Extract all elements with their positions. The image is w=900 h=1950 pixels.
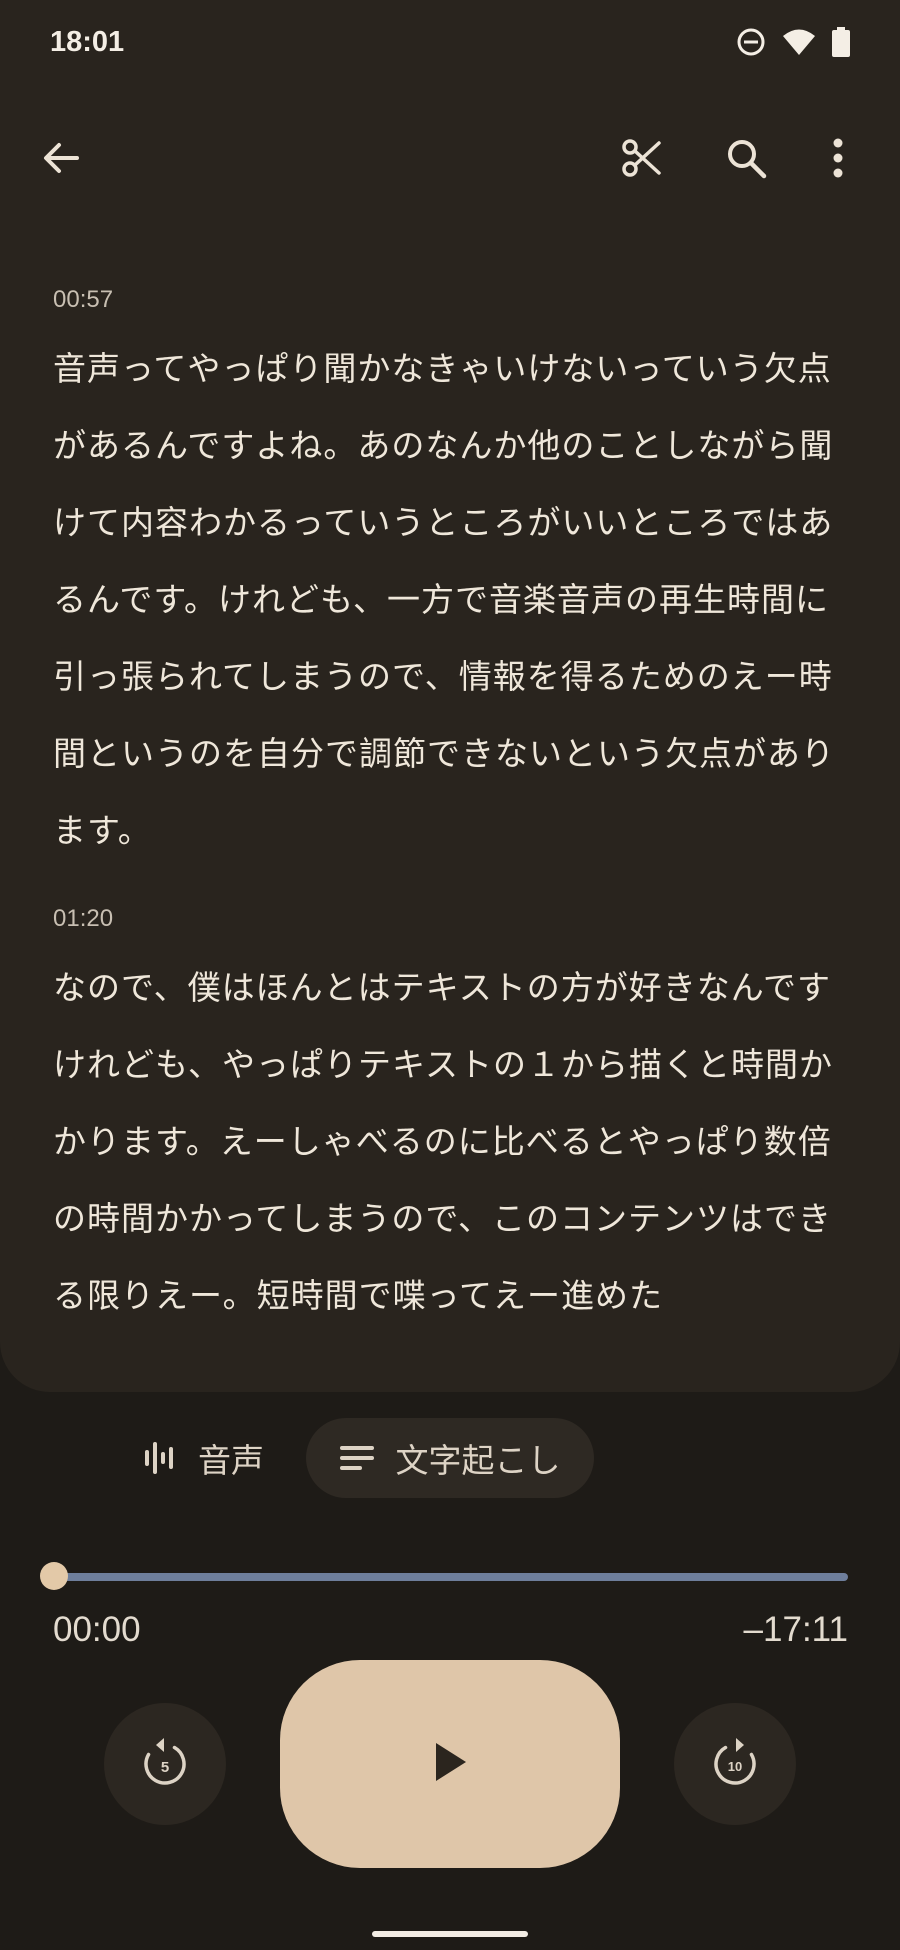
forward-10-icon: 10 [710, 1735, 760, 1793]
home-indicator[interactable] [372, 1931, 528, 1937]
remaining-time: –17:11 [743, 1610, 848, 1649]
status-time: 18:01 [50, 26, 125, 58]
play-button[interactable] [280, 1660, 620, 1868]
waveform-icon [144, 1440, 176, 1476]
more-vert-icon [832, 137, 844, 183]
seekbar-track[interactable] [52, 1573, 848, 1581]
status-icons [736, 27, 850, 57]
view-tabs: 音声 文字起こし [0, 1418, 900, 1498]
transcript-list: 00:57 音声ってやっぱり聞かなきゃいけないっていう欠点があるんですよね。あの… [53, 276, 853, 1360]
battery-icon [832, 27, 850, 57]
wifi-icon [782, 28, 816, 56]
tab-transcript[interactable]: 文字起こし [306, 1418, 594, 1498]
replay-5-icon: 5 [140, 1735, 190, 1793]
status-bar: 18:01 [0, 0, 900, 90]
search-icon [725, 137, 767, 183]
search-button[interactable] [716, 130, 776, 190]
play-icon [430, 1740, 470, 1788]
arrow-back-icon [41, 138, 81, 182]
segment-timestamp: 01:20 [53, 905, 114, 932]
playback-seekbar[interactable] [38, 1560, 850, 1590]
transcript-segment[interactable]: 01:20 なので、僕はほんとはテキストの方が好きなんですけれども、やっぱりテキ… [53, 895, 853, 1334]
top-app-bar [0, 120, 900, 200]
notes-icon [339, 1444, 374, 1472]
back-button[interactable] [31, 130, 91, 190]
segment-text: なので、僕はほんとはテキストの方が好きなんですけれども、やっぱりテキストの１から… [53, 968, 834, 1315]
tab-audio-label: 音声 [198, 1441, 264, 1480]
transcript-segment[interactable]: 00:57 音声ってやっぱり聞かなきゃいけないっていう欠点があるんですよね。あの… [53, 276, 853, 869]
rewind-seconds: 5 [161, 1759, 169, 1776]
tab-transcript-label: 文字起こし [395, 1441, 561, 1480]
more-options-button[interactable] [808, 130, 868, 190]
segment-text: 音声ってやっぱり聞かなきゃいけないっていう欠点があるんですよね。あのなんか他のこ… [53, 349, 835, 850]
forward-10-button[interactable]: 10 [674, 1703, 796, 1825]
forward-seconds: 10 [728, 1759, 742, 1774]
clip-button[interactable] [612, 130, 672, 190]
rewind-5-button[interactable]: 5 [104, 1703, 226, 1825]
transcript-card: 18:01 00:57 音声ってやっぱり聞かなきゃいけないっていう欠点があるんで… [0, 0, 900, 1392]
do-not-disturb-icon [736, 27, 766, 57]
seekbar-thumb[interactable] [40, 1562, 68, 1590]
tab-audio[interactable]: 音声 [130, 1418, 278, 1498]
elapsed-time: 00:00 [53, 1610, 141, 1649]
scissors-icon [621, 137, 663, 183]
segment-timestamp: 00:57 [53, 286, 114, 313]
